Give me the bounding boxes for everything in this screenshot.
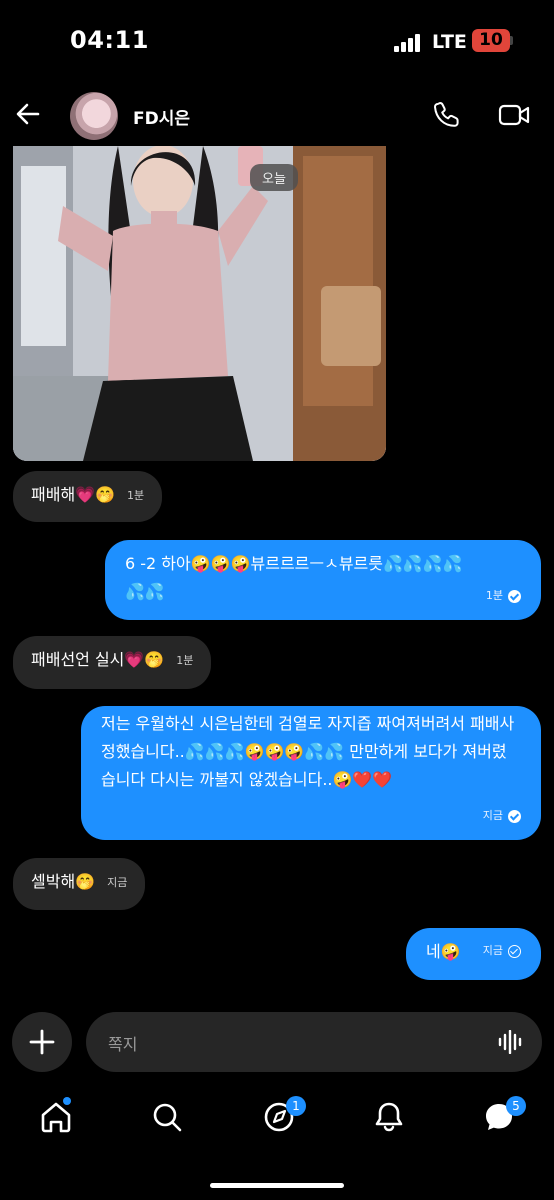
message-input[interactable]: 쪽지: [86, 1012, 542, 1072]
message-text: 패배해💗🤭: [31, 485, 116, 504]
explore-badge: 1: [286, 1096, 306, 1116]
incoming-message[interactable]: 셀박해🤭 지금: [13, 858, 146, 910]
network-label: LTE: [432, 31, 467, 53]
message-time: 1분: [127, 488, 145, 502]
message-time: 지금: [107, 875, 128, 889]
add-attachment-button[interactable]: [12, 1012, 72, 1072]
outgoing-message[interactable]: 저는 우월하신 시은님한테 검열로 자지즙 짜여져버려서 패배사정했습니다..💦…: [81, 706, 541, 840]
voice-message-icon[interactable]: [498, 1030, 524, 1054]
message-status: 지금: [483, 802, 521, 830]
bell-icon[interactable]: [372, 1100, 406, 1134]
home-icon[interactable]: [39, 1100, 73, 1134]
message-time: 1분: [176, 653, 194, 667]
message-time: 지금: [482, 809, 503, 822]
battery-tip: [510, 36, 513, 45]
home-notification-dot: [63, 1097, 71, 1105]
read-check-icon: [508, 809, 521, 823]
incoming-message[interactable]: 패배선언 실시💗🤭 1분: [13, 636, 212, 689]
battery-level: 10: [479, 30, 503, 50]
search-icon[interactable]: [150, 1100, 184, 1134]
back-arrow-icon[interactable]: [14, 100, 42, 128]
photo-content: [13, 146, 386, 461]
message-time: 지금: [482, 944, 503, 957]
plus-icon: [29, 1029, 55, 1055]
message-input-placeholder: 쪽지: [108, 1035, 138, 1054]
message-text: 패배선언 실시💗🤭: [31, 650, 165, 669]
shared-photo[interactable]: [13, 146, 386, 461]
message-text: 6 -2 하아🤪🤪🤪뷰르르르ㅡㅅ뷰르릇💦💦💦💦💦💦: [125, 554, 463, 601]
message-status: 지금: [483, 937, 521, 965]
message-text: 저는 우월하신 시은님한테 검열로 자지즙 짜여져버려서 패배사정했습니다..💦…: [101, 714, 515, 789]
status-time: 04:11: [70, 26, 149, 54]
battery-icon: 10: [472, 29, 510, 52]
message-status: 1분: [486, 582, 521, 610]
message-text: 네🤪: [426, 942, 461, 961]
message-text: 셀박해🤭: [31, 872, 96, 891]
incoming-message[interactable]: 패배해💗🤭 1분: [13, 471, 163, 522]
outgoing-message[interactable]: 네🤪 지금: [406, 928, 541, 980]
avatar[interactable]: [70, 92, 118, 140]
home-indicator: [210, 1183, 344, 1188]
video-camera-icon[interactable]: [498, 102, 530, 128]
messages-badge: 5: [506, 1096, 526, 1116]
message-time: 1분: [485, 589, 503, 602]
sent-check-icon: [508, 944, 521, 958]
outgoing-message[interactable]: 6 -2 하아🤪🤪🤪뷰르르르ㅡㅅ뷰르릇💦💦💦💦💦💦 1분: [105, 540, 541, 620]
bottom-nav: 1 5: [0, 1090, 554, 1150]
signal-icon: [394, 34, 424, 52]
contact-name[interactable]: FD시은: [133, 104, 190, 129]
read-check-icon: [508, 589, 521, 603]
phone-icon[interactable]: [432, 100, 462, 130]
status-bar: 04:11 LTE 10: [0, 0, 554, 84]
date-chip: 오늘: [250, 164, 298, 191]
chat-header: FD시은: [0, 86, 554, 146]
